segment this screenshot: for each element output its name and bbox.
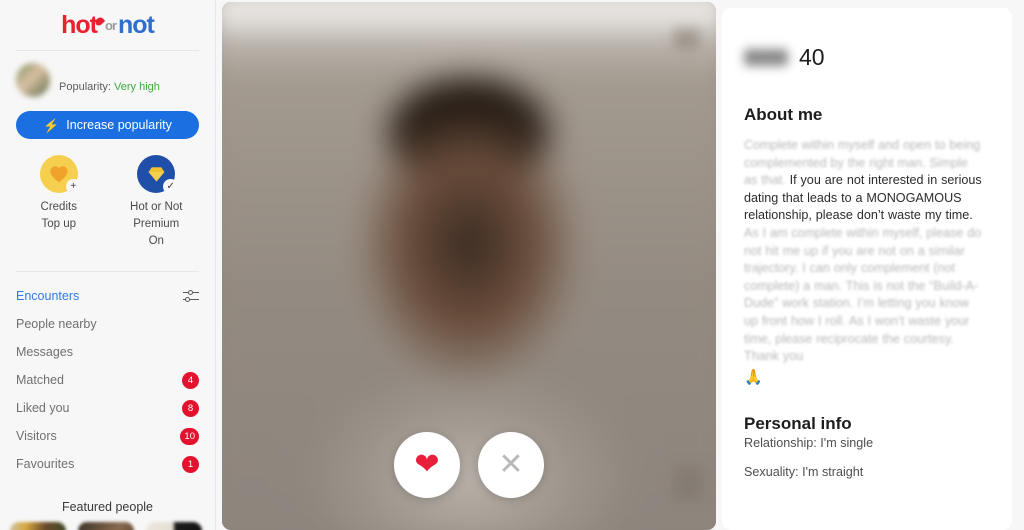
sidebar-item-label: Messages xyxy=(16,345,73,359)
logo-not-text: not xyxy=(118,10,155,39)
personal-info-heading: Personal info xyxy=(744,414,852,434)
featured-thumb[interactable] xyxy=(10,522,66,530)
about-text-part-3: As I am complete within myself, please d… xyxy=(744,225,982,364)
logo-hot-text: hot xyxy=(61,10,98,39)
avatar xyxy=(16,63,50,97)
profile-detail-area: 40 About me Complete within myself and o… xyxy=(722,0,1024,530)
sidebar-item-label: Favourites xyxy=(16,457,75,471)
premium-title-line2: Premium xyxy=(133,218,180,230)
my-profile-name xyxy=(59,68,160,79)
sidebar-item-label: Encounters xyxy=(16,289,80,303)
premium-perk[interactable]: ✓ Hot or Not Premium On xyxy=(108,155,206,249)
sidebar-item-messages[interactable]: Messages xyxy=(0,338,215,366)
sidebar-item-visitors[interactable]: Visitors 10 xyxy=(0,422,215,450)
personal-info-sexuality: Sexuality: I'm straight xyxy=(744,465,864,480)
about-me-text: Complete within myself and open to being… xyxy=(744,137,984,386)
profile-age: 40 xyxy=(799,44,825,70)
hot-or-not-app: hot ornot Popularity: Very high ⚡ Increas… xyxy=(0,0,1024,530)
like-button[interactable]: ❤ xyxy=(394,432,460,498)
encounter-actions: ❤ ✕ xyxy=(222,432,716,498)
photo-artifact xyxy=(674,28,700,48)
profile-detail-panel: 40 About me Complete within myself and o… xyxy=(722,8,1012,530)
pass-button[interactable]: ✕ xyxy=(478,432,544,498)
about-emoji-icon: 🙏 xyxy=(744,368,763,386)
sidebar-item-label: People nearby xyxy=(16,317,97,331)
increase-popularity-button[interactable]: ⚡ Increase popularity xyxy=(16,111,199,139)
favourites-count-badge: 1 xyxy=(182,455,199,473)
popularity-value: Very high xyxy=(114,80,160,93)
featured-people-title: Featured people xyxy=(61,500,154,514)
my-profile-row[interactable]: Popularity: Very high xyxy=(0,51,215,103)
encounter-photo-area: ❤ ✕ xyxy=(216,0,722,530)
credits-icon-wrap: + xyxy=(39,155,81,194)
featured-thumb[interactable] xyxy=(78,522,134,530)
perks-row: + Credits Top up ✓ Hot or Not Premium On xyxy=(0,139,215,249)
sidebar-item-label: Visitors xyxy=(16,429,57,443)
visitors-count-badge: 10 xyxy=(180,427,199,445)
sidebar-item-encounters[interactable]: Encounters xyxy=(0,282,215,310)
popularity-status: Popularity: Very high xyxy=(59,81,160,93)
credits-title: Credits xyxy=(40,201,77,213)
main-nav: Encounters People nearby Messages Matche… xyxy=(0,272,215,478)
check-badge-icon: ✓ xyxy=(163,179,179,194)
about-me-heading: About me xyxy=(744,105,823,124)
credits-status: Top up xyxy=(41,218,77,230)
sidebar-item-liked-you[interactable]: Liked you 8 xyxy=(0,394,215,422)
personal-info-relationship: Relationship: I'm single xyxy=(744,436,874,451)
sidebar: hot ornot Popularity: Very high ⚡ Increas… xyxy=(0,0,216,530)
premium-title-line1: Hot or Not xyxy=(130,201,183,213)
plus-badge-icon: + xyxy=(65,179,81,194)
sidebar-item-label: Liked you xyxy=(16,401,70,415)
heart-icon: ❤ xyxy=(414,448,440,481)
filter-settings-icon[interactable] xyxy=(183,289,199,303)
sidebar-item-people-nearby[interactable]: People nearby xyxy=(0,310,215,338)
profile-name-redacted xyxy=(744,49,788,66)
close-x-icon: ✕ xyxy=(498,448,524,481)
featured-thumb[interactable] xyxy=(146,522,202,530)
credits-perk[interactable]: + Credits Top up xyxy=(10,155,108,249)
sidebar-item-label: Matched xyxy=(16,373,64,387)
premium-icon-wrap: ✓ xyxy=(137,155,179,194)
lightning-bolt-icon: ⚡ xyxy=(43,117,60,133)
featured-people-thumbs xyxy=(0,514,215,530)
increase-popularity-label: Increase popularity xyxy=(66,118,172,132)
photo-top-highlight xyxy=(222,2,716,36)
liked-you-count-badge: 8 xyxy=(182,399,199,417)
matched-count-badge: 4 xyxy=(182,371,199,389)
popularity-label: Popularity: xyxy=(59,80,111,93)
sidebar-item-favourites[interactable]: Favourites 1 xyxy=(0,450,215,478)
app-logo[interactable]: hot ornot xyxy=(0,0,215,44)
profile-photo-card[interactable]: ❤ ✕ xyxy=(222,2,716,530)
sidebar-item-matched[interactable]: Matched 4 xyxy=(0,366,215,394)
profile-identity: 40 xyxy=(744,44,984,71)
logo-or-text: or xyxy=(105,17,117,33)
premium-status: On xyxy=(148,235,164,247)
